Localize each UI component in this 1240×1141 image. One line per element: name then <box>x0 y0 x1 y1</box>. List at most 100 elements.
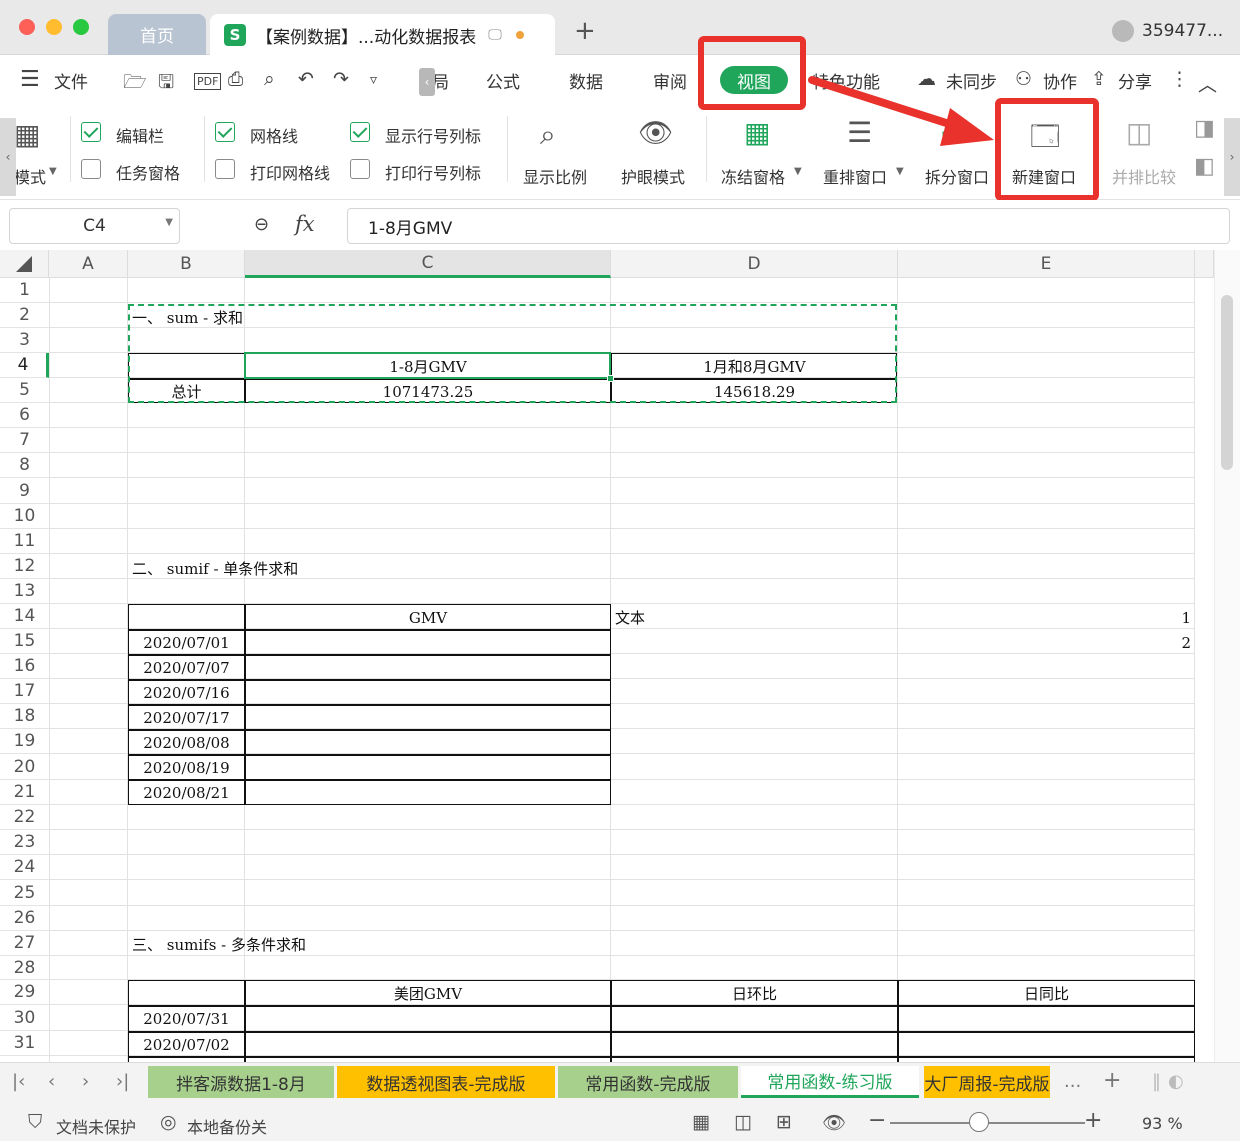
row-header-8[interactable]: 8 <box>0 453 49 478</box>
row-header-29[interactable]: 29 <box>0 980 49 1005</box>
row-header-31[interactable]: 31 <box>0 1031 49 1056</box>
date-cell[interactable]: 2020/08/21 <box>128 780 245 805</box>
row-header-17[interactable]: 17 <box>0 679 49 704</box>
cell-b12[interactable]: 二、 sumif - 单条件求和 <box>132 555 298 581</box>
gridline <box>49 427 1195 428</box>
zoom-out-icon[interactable]: − <box>868 1108 886 1133</box>
add-sheet-icon[interactable]: + <box>1103 1068 1121 1093</box>
cell-d5[interactable]: 145618.29 <box>611 379 898 404</box>
sheet-tab[interactable]: 常用函数-完成版 <box>558 1066 738 1098</box>
protection-status[interactable]: 文档未保护 <box>56 1114 136 1138</box>
row-header-12[interactable]: 12 <box>0 554 49 579</box>
cell-b30[interactable]: 2020/07/31 <box>128 1006 245 1031</box>
row-header-24[interactable]: 24 <box>0 855 49 880</box>
column-header-d[interactable]: D <box>611 250 898 278</box>
row-header-30[interactable]: 30 <box>0 1005 49 1031</box>
sheet-tab[interactable]: 拌客源数据1-8月 <box>148 1066 334 1098</box>
column-header-f[interactable] <box>1195 250 1214 278</box>
cell-c14[interactable]: GMV <box>245 605 611 630</box>
row-header-10[interactable]: 10 <box>0 504 49 529</box>
select-all-triangle-icon <box>16 255 32 272</box>
cell-d29[interactable]: 日环比 <box>611 981 898 1006</box>
more-sheets[interactable]: ... <box>1064 1071 1081 1092</box>
row-header-20[interactable]: 20 <box>0 754 49 780</box>
zoom-slider-knob[interactable] <box>969 1112 989 1132</box>
column-header-c[interactable]: C <box>245 250 611 278</box>
sheet-tab[interactable]: 数据透视图表-完成版 <box>337 1066 555 1098</box>
date-cell[interactable]: 2020/08/08 <box>128 730 245 755</box>
row-header-7[interactable]: 7 <box>0 428 49 453</box>
select-all-corner[interactable] <box>0 250 49 278</box>
column-header-e[interactable]: E <box>898 250 1195 278</box>
row-header-16[interactable]: 16 <box>0 654 49 679</box>
column-header-b[interactable]: B <box>128 250 245 278</box>
row-header-27[interactable]: 27 <box>0 931 49 956</box>
eye-protection-icon[interactable]: 👁 <box>822 1111 846 1134</box>
status-bar: ⛉ 文档未保护 ◎ 本地备份关 ▦ ◫ ⊞ 👁 − + 93 % <box>0 1102 1240 1141</box>
row-header-26[interactable]: 26 <box>0 906 49 931</box>
row-header-21[interactable]: 21 <box>0 780 49 805</box>
row-header-4[interactable]: 4 <box>0 353 49 378</box>
vertical-scrollbar[interactable] <box>1214 250 1240 1062</box>
cell-c4[interactable]: 1-8月GMV <box>245 354 611 379</box>
date-cell[interactable]: 2020/07/01 <box>128 630 245 655</box>
cell-c29[interactable]: 美团GMV <box>245 981 611 1006</box>
cell-b31[interactable]: 2020/07/02 <box>128 1032 245 1057</box>
date-cell[interactable]: 2020/07/17 <box>128 705 245 730</box>
row-header-14[interactable]: 14 <box>0 604 49 629</box>
row-header-11[interactable]: 11 <box>0 529 49 554</box>
backup-status[interactable]: 本地备份关 <box>187 1114 267 1138</box>
first-sheet-icon[interactable]: |‹ <box>12 1071 25 1092</box>
cell-e29[interactable]: 日同比 <box>898 981 1195 1006</box>
shield-icon: ⛉ <box>28 1111 43 1133</box>
cell-d4[interactable]: 1月和8月GMV <box>611 354 898 379</box>
cell-b2[interactable]: 一、 sum - 求和 <box>132 304 243 330</box>
sumifs-table-border <box>128 1056 1195 1058</box>
date-cell[interactable]: 2020/08/19 <box>128 755 245 780</box>
date-cell[interactable]: 2020/07/07 <box>128 655 245 680</box>
gridline <box>49 905 1195 906</box>
row-header-19[interactable]: 19 <box>0 729 49 754</box>
spreadsheet-grid[interactable]: A B C D E 1 2 3 4 5 6 7 8 9 10 11 12 13 14 15 16 17 18 19 2… <box>0 250 1240 1062</box>
hscroll-divider-icon[interactable]: ‖ <box>1152 1071 1161 1092</box>
last-sheet-icon[interactable]: ›| <box>116 1071 129 1092</box>
next-sheet-icon[interactable]: › <box>82 1071 89 1092</box>
page-break-icon[interactable]: ⊞ <box>776 1111 792 1133</box>
insert-function-icon[interactable]: fx <box>295 212 315 236</box>
row-header-15[interactable]: 15 <box>0 629 49 654</box>
cell-d14[interactable]: 文本 <box>615 605 645 630</box>
zoom-lookup-icon[interactable]: ⊖ <box>254 214 269 235</box>
row-header-6[interactable]: 6 <box>0 403 49 428</box>
scrollbar-thumb[interactable] <box>1221 295 1233 470</box>
column-header-a[interactable]: A <box>49 250 128 278</box>
row-header-2[interactable]: 2 <box>0 303 49 328</box>
normal-view-icon[interactable]: ▦ <box>692 1111 710 1133</box>
row-header-25[interactable]: 25 <box>0 880 49 906</box>
row-header-13[interactable]: 13 <box>0 579 49 604</box>
sheet-tab[interactable]: 大厂周报-完成版 <box>924 1066 1050 1098</box>
gridline <box>49 553 1195 554</box>
row-header-3[interactable]: 3 <box>0 328 49 353</box>
formula-input[interactable]: 1-8月GMV <box>347 208 1230 244</box>
prev-sheet-icon[interactable]: ‹ <box>48 1071 55 1092</box>
zoom-in-icon[interactable]: + <box>1084 1108 1102 1133</box>
page-layout-icon[interactable]: ◫ <box>734 1111 752 1133</box>
cell-b27[interactable]: 三、 sumifs - 多条件求和 <box>132 931 306 957</box>
hscroll-thumb-icon[interactable]: ◐ <box>1168 1071 1184 1092</box>
name-box-dropdown-icon[interactable]: ▼ <box>165 217 173 228</box>
cell-c5[interactable]: 1071473.25 <box>245 379 611 404</box>
name-box[interactable]: C4 ▼ <box>9 208 180 244</box>
zoom-level[interactable]: 93 % <box>1142 1114 1183 1133</box>
cell-e15[interactable]: 2 <box>898 630 1195 655</box>
row-header-22[interactable]: 22 <box>0 805 49 830</box>
row-header-9[interactable]: 9 <box>0 478 49 504</box>
row-header-28[interactable]: 28 <box>0 956 49 980</box>
row-header-18[interactable]: 18 <box>0 704 49 729</box>
row-header-5[interactable]: 5 <box>0 378 49 403</box>
cell-e14[interactable]: 1 <box>898 605 1195 630</box>
row-header-23[interactable]: 23 <box>0 830 49 855</box>
date-cell[interactable]: 2020/07/16 <box>128 680 245 705</box>
sheet-tab[interactable]: 常用函数-练习版 <box>741 1066 919 1098</box>
row-header-1[interactable]: 1 <box>0 278 49 303</box>
cell-b5[interactable]: 总计 <box>128 379 245 404</box>
